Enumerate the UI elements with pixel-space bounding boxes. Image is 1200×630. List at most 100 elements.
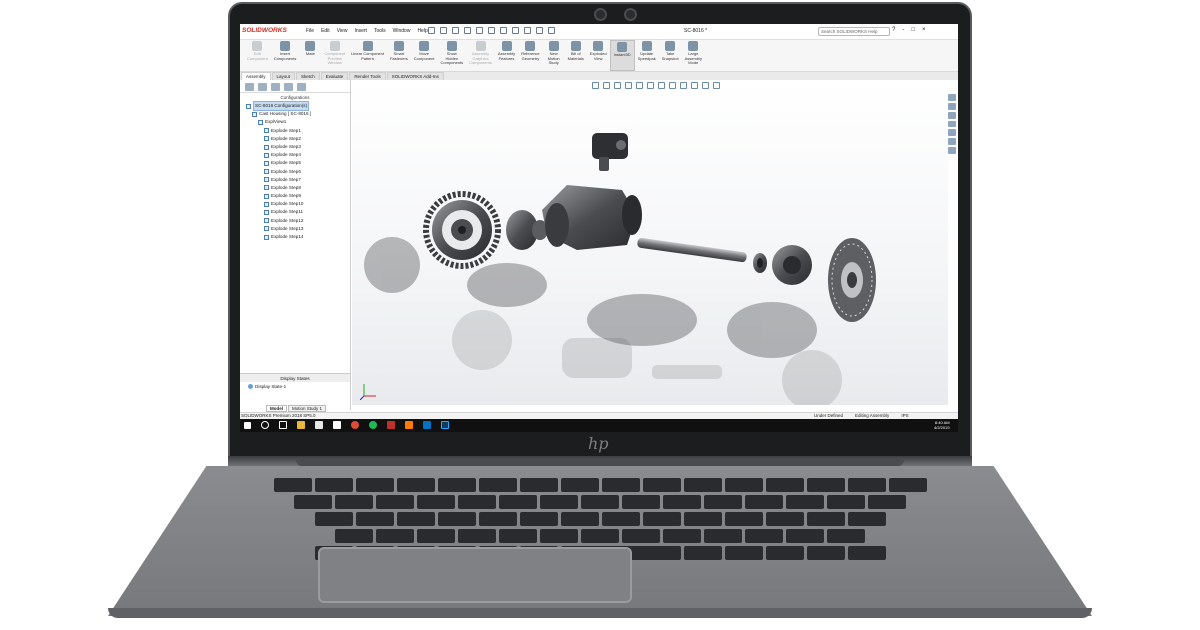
menu-file[interactable]: File — [306, 28, 314, 34]
keyboard-key[interactable] — [376, 495, 414, 509]
taskbar-clock[interactable]: 8:40 AM 4/2/2019 — [934, 420, 950, 430]
store-icon[interactable] — [315, 421, 323, 429]
windows-start-icon[interactable] — [244, 421, 251, 429]
keyboard-key[interactable] — [704, 495, 742, 509]
keyboard-key[interactable] — [335, 529, 373, 543]
search-icon[interactable] — [261, 421, 269, 429]
keyboard-key[interactable] — [355, 478, 394, 492]
photoshop-icon[interactable] — [441, 421, 449, 429]
keyboard-key[interactable] — [458, 495, 496, 509]
keyboard-key[interactable] — [499, 529, 537, 543]
zoom-to-fit-icon[interactable] — [592, 82, 599, 89]
mail-icon[interactable] — [333, 421, 341, 429]
tree-item[interactable]: Explode Step12 — [246, 217, 350, 225]
tree-item[interactable]: Explode Step1 — [246, 127, 350, 135]
ribbon-button-2[interactable]: Mate — [299, 40, 321, 71]
ribbon-button-10[interactable]: Reference Geometry — [518, 40, 542, 71]
tree-item[interactable]: ExplView1 — [246, 118, 350, 126]
file-properties-icon[interactable] — [536, 27, 543, 34]
ribbon-button-4[interactable]: Linear Component Pattern — [348, 40, 387, 71]
keyboard-key[interactable] — [417, 529, 455, 543]
touchpad[interactable] — [318, 547, 632, 603]
keyboard-key[interactable] — [519, 512, 558, 526]
keyboard-key[interactable] — [745, 495, 783, 509]
maximize-button[interactable]: □ — [911, 27, 915, 33]
spotify-icon[interactable] — [369, 421, 377, 429]
close-button[interactable]: × — [922, 27, 926, 33]
file-explorer-icon[interactable] — [297, 421, 305, 429]
design-library-icon[interactable] — [948, 102, 956, 110]
tree-item[interactable]: Explode Step8 — [246, 184, 350, 192]
menu-insert[interactable]: Insert — [354, 28, 367, 34]
rebuild-icon[interactable] — [524, 27, 531, 34]
keyboard-key[interactable] — [704, 529, 742, 543]
ribbon-button-8[interactable]: Assembly Graphics Components — [466, 40, 495, 71]
apply-scene-icon[interactable] — [691, 82, 698, 89]
help-button[interactable]: ? — [892, 27, 895, 33]
view-palette-icon[interactable] — [948, 120, 956, 128]
view-settings-icon[interactable] — [702, 82, 709, 89]
chrome-icon[interactable] — [351, 421, 359, 429]
display-manager-icon[interactable] — [297, 83, 306, 91]
ribbon-button-14[interactable]: Instant3D — [609, 40, 635, 71]
menu-tools[interactable]: Tools — [374, 28, 386, 34]
edit-appearance-icon[interactable] — [680, 82, 687, 89]
ribbon-button-3[interactable]: Component Preview Window — [321, 40, 348, 71]
tree-item[interactable]: SC-8016 Configuration(s) — [246, 101, 350, 112]
ribbon-button-9[interactable]: Assembly Features — [495, 40, 518, 71]
keyboard-key[interactable] — [560, 478, 599, 492]
keyboard-key[interactable] — [540, 529, 578, 543]
forum-icon[interactable] — [948, 147, 956, 155]
keyboard-key[interactable] — [314, 478, 353, 492]
ribbon-button-17[interactable]: Large Assembly Mode — [682, 40, 705, 71]
keyboard-key[interactable] — [683, 512, 722, 526]
keyboard-key[interactable] — [786, 495, 824, 509]
keyboard-key[interactable] — [335, 495, 373, 509]
ribbon-button-0[interactable]: Edit Component — [244, 40, 271, 71]
keyboard-key[interactable] — [827, 495, 865, 509]
configuration-manager-icon[interactable] — [271, 83, 280, 91]
keyboard-key[interactable] — [847, 546, 886, 560]
keyboard-key[interactable] — [417, 495, 455, 509]
keyboard-key[interactable] — [478, 512, 517, 526]
keyboard-key[interactable] — [765, 512, 804, 526]
keyboard-key[interactable] — [540, 495, 578, 509]
search-input[interactable]: Search SOLIDWORKS Help — [818, 27, 890, 36]
display-state-item[interactable]: Display State-1 — [248, 384, 286, 389]
ribbon-button-11[interactable]: New Motion Study — [543, 40, 565, 71]
monitor-icon[interactable] — [713, 82, 720, 89]
outlook-icon[interactable] — [423, 421, 431, 429]
keyboard-key[interactable] — [663, 495, 701, 509]
new-document-icon[interactable] — [452, 27, 459, 34]
graphics-area[interactable] — [352, 80, 948, 410]
exploded-assembly-model[interactable] — [352, 80, 948, 410]
keyboard-key[interactable] — [806, 478, 845, 492]
open-icon[interactable] — [464, 27, 471, 34]
keyboard-key[interactable] — [601, 512, 640, 526]
keyboard-key[interactable] — [581, 529, 619, 543]
keyboard-key[interactable] — [560, 512, 599, 526]
tree-item[interactable]: Explode Step5 — [246, 159, 350, 167]
keyboard-key[interactable] — [827, 529, 865, 543]
tree-item[interactable]: Explode Step14 — [246, 233, 350, 241]
section-view-icon[interactable] — [625, 82, 632, 89]
ribbon-button-13[interactable]: Exploded View — [587, 40, 610, 71]
ribbon-button-12[interactable]: Bill of Materials — [565, 40, 587, 71]
custom-properties-icon[interactable] — [948, 138, 956, 146]
menu-view[interactable]: View — [337, 28, 348, 34]
keyboard-key[interactable] — [499, 495, 537, 509]
keyboard-key[interactable] — [765, 478, 804, 492]
keyboard-key[interactable] — [458, 529, 496, 543]
keyboard-key[interactable] — [724, 546, 763, 560]
ribbon-button-7[interactable]: Show Hidden Components — [437, 40, 466, 71]
tab-solidworks-add-ins[interactable]: SOLIDWORKS Add-Ins — [386, 72, 444, 80]
tab-render-tools[interactable]: Render Tools — [349, 72, 386, 80]
tab-assembly[interactable]: Assembly — [241, 72, 271, 80]
menu-edit[interactable]: Edit — [321, 28, 330, 34]
keyboard-key[interactable] — [868, 495, 906, 509]
keyboard-key[interactable] — [888, 478, 927, 492]
tree-item[interactable]: Explode Step9 — [246, 192, 350, 200]
view-orientation-icon[interactable] — [647, 82, 654, 89]
zoom-to-area-icon[interactable] — [603, 82, 610, 89]
keyboard-key[interactable] — [294, 495, 332, 509]
